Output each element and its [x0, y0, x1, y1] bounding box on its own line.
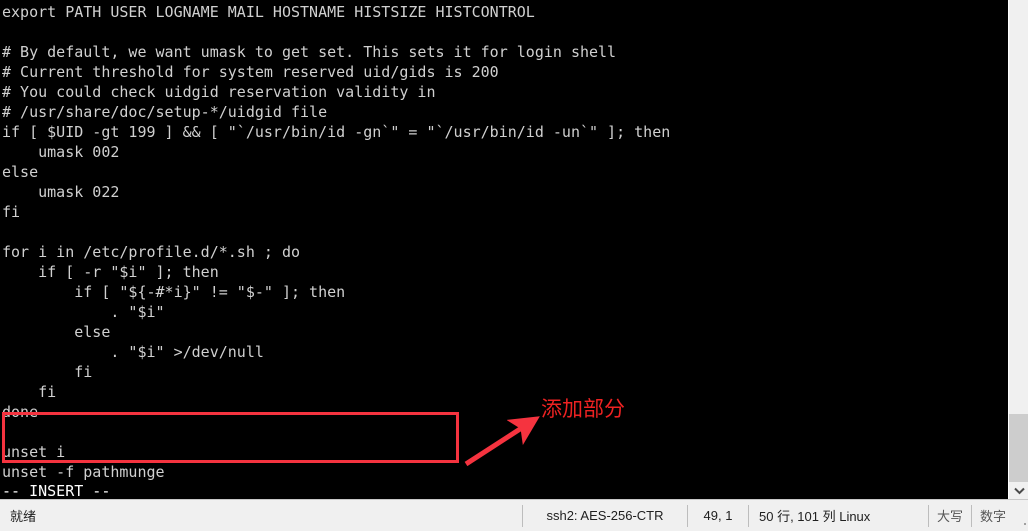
vim-mode-status: -- INSERT -- — [2, 482, 111, 499]
terminal-line: umask 002 — [2, 143, 120, 161]
terminal-line: unset -f pathmunge — [2, 463, 165, 481]
terminal-line: umask 022 — [2, 183, 120, 201]
terminal-line: # /usr/share/doc/setup-*/uidgid file — [2, 103, 328, 121]
annotation-label: 添加部分 — [541, 397, 625, 421]
status-num-lock: 数字 — [980, 509, 1007, 524]
scrollbar-track[interactable] — [1009, 0, 1028, 482]
terminal-line: if [ -r "$i" ]; then — [2, 263, 219, 281]
scrollbar-down-button[interactable] — [1009, 482, 1028, 499]
terminal-line: for i in /etc/profile.d/*.sh ; do — [2, 243, 301, 261]
terminal-text: export PATH USER LOGNAME MAIL HOSTNAME H… — [2, 2, 1002, 499]
terminal-line: export PATH USER LOGNAME MAIL HOSTNAME H… — [2, 3, 535, 21]
terminal-line: fi — [2, 203, 21, 221]
terminal-pane[interactable]: export PATH USER LOGNAME MAIL HOSTNAME H… — [0, 0, 1008, 499]
terminal-line: . "$i" >/dev/null — [2, 343, 264, 361]
resize-grip[interactable] — [1014, 505, 1028, 527]
terminal-line: if [ "${-#*i}" != "$-" ]; then — [2, 283, 346, 301]
chevron-down-icon — [1013, 487, 1025, 494]
terminal-line: # Current threshold for system reserved … — [2, 63, 499, 81]
status-ready: 就绪 — [10, 509, 37, 524]
status-cipher: ssh2: AES-256-CTR — [546, 508, 664, 523]
terminal-line: # By default, we want umask to get set. … — [2, 43, 617, 61]
terminal-line: else — [2, 163, 39, 181]
terminal-line: fi — [2, 363, 93, 381]
status-cursor-position: 49, 1 — [703, 508, 733, 523]
status-caps-lock: 大写 — [937, 509, 964, 524]
status-session-info: 50 行, 101 列 Linux — [759, 509, 871, 524]
terminal-line: unset i — [2, 443, 66, 461]
terminal-line: done — [2, 403, 39, 421]
vertical-scrollbar[interactable] — [1008, 0, 1028, 499]
terminal-line: fi — [2, 383, 57, 401]
securecrt-window: export PATH USER LOGNAME MAIL HOSTNAME H… — [0, 0, 1028, 531]
status-bar: 就绪 ssh2: AES-256-CTR 49, 1 50 行, 101 列 L… — [0, 499, 1028, 531]
terminal-line: else — [2, 323, 111, 341]
terminal-line: if [ $UID -gt 199 ] && [ "`/usr/bin/id -… — [2, 123, 671, 141]
terminal-line: # You could check uidgid reservation val… — [2, 83, 436, 101]
scrollbar-thumb[interactable] — [1009, 414, 1028, 482]
terminal-line: . "$i" — [2, 303, 165, 321]
